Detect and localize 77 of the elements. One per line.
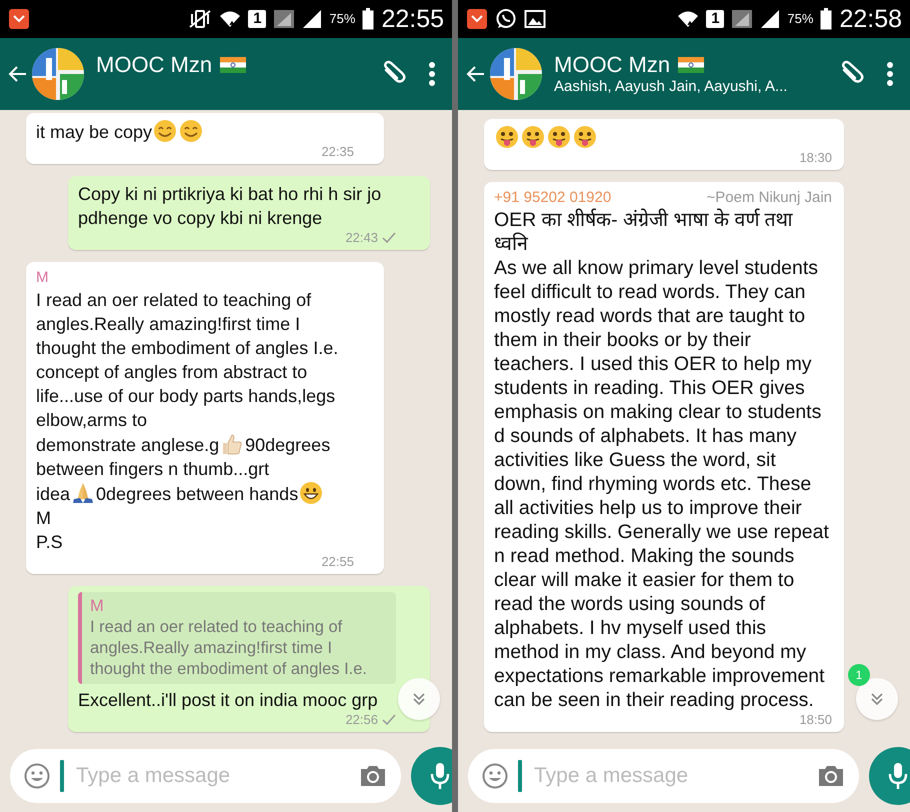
double-chevron-icon bbox=[411, 691, 427, 707]
sender-name: +91 95202 01920 bbox=[494, 188, 612, 208]
message-time: 22:55 bbox=[321, 554, 354, 570]
praying-hands-icon bbox=[71, 481, 96, 505]
message-text: M bbox=[36, 508, 51, 528]
message-input[interactable]: Type a message bbox=[74, 759, 349, 793]
more-options-icon bbox=[886, 61, 894, 87]
tongue-emoji-icon bbox=[495, 125, 519, 149]
menu-button[interactable] bbox=[886, 61, 894, 87]
battery-icon bbox=[362, 8, 374, 30]
chat-bubble-icon bbox=[495, 8, 517, 30]
battery-icon bbox=[820, 8, 832, 30]
message-text: it may be copy bbox=[36, 122, 152, 142]
battery-percent: 75% bbox=[787, 10, 814, 28]
image-icon bbox=[524, 9, 546, 29]
group-avatar[interactable] bbox=[490, 48, 542, 100]
shopping-bag-icon bbox=[466, 8, 488, 30]
tongue-emoji-icon bbox=[547, 125, 571, 149]
flag-icon bbox=[220, 57, 246, 73]
message-time: 22:43 bbox=[345, 230, 378, 246]
composer-bar[interactable]: Type a message bbox=[10, 749, 401, 803]
sender-note: ~Poem Nikunj Jain bbox=[706, 188, 832, 208]
chat-title: MOOC Mzn bbox=[96, 52, 212, 78]
sender-name: M bbox=[36, 268, 48, 288]
signal-icon bbox=[302, 9, 322, 29]
flag-icon bbox=[678, 57, 704, 73]
tongue-emoji-icon bbox=[573, 125, 597, 149]
grin-emoji-icon bbox=[299, 481, 324, 505]
emoji-icon[interactable] bbox=[482, 763, 508, 789]
message-time: 22:35 bbox=[321, 144, 354, 160]
unread-badge: 1 bbox=[848, 664, 870, 686]
message-text: Copy ki ni prtikriya ki bat ho rhi h sir jo pdhenge vo copy kbi ni krenge bbox=[78, 184, 382, 228]
battery-percent: 75% bbox=[329, 10, 356, 28]
emoji-icon[interactable] bbox=[24, 763, 50, 789]
signal-icon bbox=[731, 9, 754, 29]
microphone-icon bbox=[429, 761, 451, 791]
thumbs-up-icon bbox=[220, 432, 244, 456]
smiley-emoji-icon bbox=[179, 119, 204, 143]
voice-record-button[interactable] bbox=[869, 747, 910, 805]
quoted-text: I read an oer related to teaching of angles.Really amazing!first time I thought the embodiment of angles I.e. bbox=[90, 617, 368, 680]
signal-icon bbox=[273, 9, 296, 29]
message-time: 18:50 bbox=[799, 712, 832, 728]
sim-indicator: 1 bbox=[248, 10, 266, 28]
message-text: P.S bbox=[36, 532, 63, 552]
composer-bar[interactable]: Type a message bbox=[468, 749, 859, 803]
more-options-icon bbox=[428, 61, 436, 87]
message-text: As we all know primary level students feel difficult to read words. They can mostly read words that are taught to them in their books or by their teachers. I used this OER to help my students in reading. This OER gives emphasis on making clear to students d sounds of alphabets. It has many activities like Guess the word, sit down, find rhyming words etc. These all activities help us to improve their reading skills. Generally we use repeat n read method. Making the sounds clear will make it easier for them to read the words using sounds of alphabets. I hv myself used this method in my class. And beyond my expectations remarkable improvement can be seen in their reading process. bbox=[494, 257, 829, 711]
back-arrow-icon bbox=[8, 64, 28, 84]
menu-button[interactable] bbox=[428, 61, 436, 87]
tongue-emoji-icon bbox=[521, 125, 545, 149]
chat-members: Aashish, Aayush Jain, Aayushi, A... bbox=[554, 78, 788, 96]
smiley-emoji-icon bbox=[153, 119, 178, 143]
message-text: between fingers n thumb...grt bbox=[36, 459, 270, 479]
message-text: 0degrees between hands bbox=[96, 484, 298, 504]
camera-icon[interactable] bbox=[817, 764, 845, 788]
message-text: idea bbox=[36, 484, 70, 504]
camera-icon[interactable] bbox=[359, 764, 387, 788]
clock-time: 22:55 bbox=[381, 6, 444, 32]
voice-record-button[interactable] bbox=[411, 747, 452, 805]
back-arrow-icon bbox=[466, 64, 486, 84]
message-text: Excellent..i'll post it on india mooc grp bbox=[78, 690, 378, 710]
message-input[interactable]: Type a message bbox=[532, 759, 807, 793]
chat-title: MOOC Mzn bbox=[554, 52, 670, 78]
message-time: 22:56 bbox=[345, 712, 378, 728]
quoted-sender: M bbox=[90, 596, 105, 617]
shopping-bag-icon bbox=[8, 8, 30, 30]
message-time: 18:30 bbox=[799, 150, 832, 166]
sim-indicator: 1 bbox=[706, 10, 724, 28]
message-text: 90degrees bbox=[245, 435, 330, 455]
microphone-icon bbox=[887, 761, 909, 791]
clock-time: 22:58 bbox=[839, 6, 902, 32]
message-text: demonstrate anglese.g bbox=[36, 435, 220, 455]
message-text: OER का शीर्षक- अंग्रेजी भाषा के वर्ण तथा ध्वनि bbox=[494, 209, 793, 255]
scroll-down-button[interactable] bbox=[856, 678, 898, 720]
group-avatar[interactable] bbox=[32, 48, 84, 100]
double-chevron-icon bbox=[869, 691, 885, 707]
signal-icon bbox=[760, 9, 780, 29]
